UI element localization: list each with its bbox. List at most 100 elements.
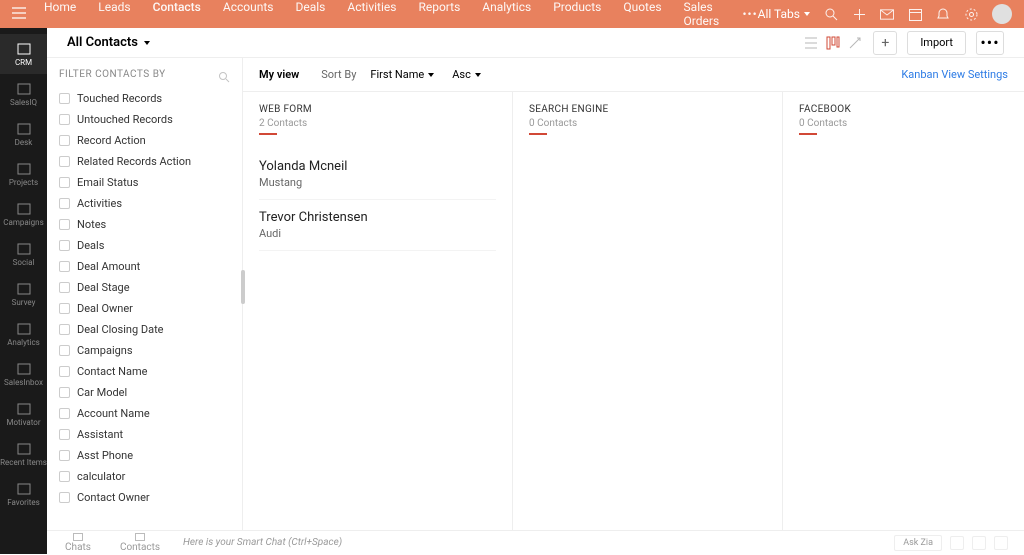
view-title-dropdown[interactable]: All Contacts (67, 35, 150, 50)
bottom-tab-contacts[interactable]: Contacts (109, 531, 171, 555)
nav-tab-products[interactable]: Products (553, 0, 601, 28)
filter-search-icon[interactable] (218, 68, 230, 80)
filter-deal-closing-date[interactable]: Deal Closing Date (59, 319, 230, 340)
rail-item-motivator[interactable]: Motivator (0, 394, 47, 434)
nav-more-icon[interactable]: ••• (742, 7, 757, 21)
hamburger-menu-icon[interactable] (12, 7, 26, 22)
rail-item-social[interactable]: Social (0, 234, 47, 274)
rail-item-projects[interactable]: Projects (0, 154, 47, 194)
filter-deals[interactable]: Deals (59, 235, 230, 256)
rail-item-favorites[interactable]: Favorites (0, 474, 47, 514)
filter-related-records-action[interactable]: Related Records Action (59, 151, 230, 172)
column-count: 0 Contacts (799, 118, 1024, 129)
filter-record-action[interactable]: Record Action (59, 130, 230, 151)
contact-name: Yolanda Mcneil (259, 159, 496, 174)
checkbox-icon (59, 282, 70, 293)
checkbox-icon (59, 303, 70, 314)
rail-item-desk[interactable]: Desk (0, 114, 47, 154)
column-underline (259, 133, 277, 135)
filter-activities[interactable]: Activities (59, 193, 230, 214)
all-tabs-dropdown[interactable]: All Tabs (758, 7, 810, 21)
calendar-icon[interactable] (908, 7, 922, 21)
column-underline (529, 133, 547, 135)
rail-item-survey[interactable]: Survey (0, 274, 47, 314)
column-title: WEB FORM (259, 104, 496, 115)
rail-item-recent-items[interactable]: Recent Items (0, 434, 47, 474)
bell-icon[interactable] (936, 7, 950, 21)
all-tabs-label: All Tabs (758, 7, 800, 21)
checkbox-icon (59, 156, 70, 167)
bottom-action-3-icon[interactable] (994, 536, 1008, 550)
contact-card[interactable]: Yolanda Mcneil Mustang (259, 149, 496, 200)
filter-contact-owner[interactable]: Contact Owner (59, 487, 230, 508)
smart-chat-input[interactable]: Here is your Smart Chat (Ctrl+Space) (171, 537, 894, 548)
contact-company: Mustang (259, 176, 496, 189)
nav-tab-accounts[interactable]: Accounts (223, 0, 274, 28)
checkbox-icon (59, 219, 70, 230)
list-view-icon[interactable] (803, 35, 819, 51)
contact-card[interactable]: Trevor ChristensenAudi (259, 200, 496, 251)
bottom-tab-chats[interactable]: Chats (47, 531, 109, 555)
mail-icon[interactable] (880, 7, 894, 21)
rail-item-analytics[interactable]: Analytics (0, 314, 47, 354)
checkbox-icon (59, 450, 70, 461)
plus-icon[interactable] (852, 7, 866, 21)
filter-car-model[interactable]: Car Model (59, 382, 230, 403)
filter-calculator[interactable]: calculator (59, 466, 230, 487)
more-actions-button[interactable]: ••• (976, 31, 1004, 55)
settings-icon[interactable] (964, 7, 978, 21)
nav-tab-analytics[interactable]: Analytics (482, 0, 531, 28)
checkbox-icon (59, 429, 70, 440)
my-view-label[interactable]: My view (259, 68, 299, 81)
checkbox-icon (59, 240, 70, 251)
checkbox-icon (59, 492, 70, 503)
bottom-action-1-icon[interactable] (950, 536, 964, 550)
avatar[interactable] (992, 4, 1012, 24)
filter-touched-records[interactable]: Touched Records (59, 88, 230, 109)
filter-untouched-records[interactable]: Untouched Records (59, 109, 230, 130)
search-icon[interactable] (824, 7, 838, 21)
import-button[interactable]: Import (907, 31, 966, 55)
ask-zia-button[interactable]: Ask Zia (894, 535, 942, 551)
caret-down-icon (428, 73, 434, 77)
page-title: All Contacts (67, 35, 138, 50)
rail-item-salesinbox[interactable]: SalesInbox (0, 354, 47, 394)
checkbox-icon (59, 345, 70, 356)
caret-down-icon (804, 12, 810, 16)
filter-contact-name[interactable]: Contact Name (59, 361, 230, 382)
nav-tab-quotes[interactable]: Quotes (623, 0, 661, 28)
filter-deal-owner[interactable]: Deal Owner (59, 298, 230, 319)
sort-field-dropdown[interactable]: First Name (370, 68, 434, 81)
nav-tab-sales-orders[interactable]: Sales Orders (684, 0, 725, 28)
nav-tab-reports[interactable]: Reports (418, 0, 460, 28)
bottom-action-2-icon[interactable] (972, 536, 986, 550)
column-underline (799, 133, 817, 135)
nav-tab-activities[interactable]: Activities (347, 0, 396, 28)
rail-item-campaigns[interactable]: Campaigns (0, 194, 47, 234)
create-button[interactable]: + (873, 31, 897, 55)
filter-deal-stage[interactable]: Deal Stage (59, 277, 230, 298)
filter-campaigns[interactable]: Campaigns (59, 340, 230, 361)
filter-assistant[interactable]: Assistant (59, 424, 230, 445)
kanban-settings-link[interactable]: Kanban View Settings (901, 68, 1008, 81)
filter-email-status[interactable]: Email Status (59, 172, 230, 193)
checkbox-icon (59, 366, 70, 377)
filter-notes[interactable]: Notes (59, 214, 230, 235)
checkbox-icon (59, 471, 70, 482)
nav-tab-contacts[interactable]: Contacts (153, 0, 201, 28)
rail-item-crm[interactable]: CRM (0, 34, 47, 74)
rail-item-salesiq[interactable]: SalesIQ (0, 74, 47, 114)
canvas-view-icon[interactable] (847, 35, 863, 51)
kanban-column-web-form: WEB FORM2 ContactsYolanda McneilMustangT… (243, 92, 513, 530)
checkbox-icon (59, 261, 70, 272)
nav-tab-deals[interactable]: Deals (295, 0, 325, 28)
kanban-view-icon[interactable] (825, 35, 841, 51)
caret-down-icon (144, 41, 150, 45)
filter-deal-amount[interactable]: Deal Amount (59, 256, 230, 277)
filter-account-name[interactable]: Account Name (59, 403, 230, 424)
nav-tab-leads[interactable]: Leads (98, 0, 130, 28)
checkbox-icon (59, 408, 70, 419)
filter-asst-phone[interactable]: Asst Phone (59, 445, 230, 466)
sort-direction-dropdown[interactable]: Asc (452, 68, 481, 81)
nav-tab-home[interactable]: Home (44, 0, 76, 28)
